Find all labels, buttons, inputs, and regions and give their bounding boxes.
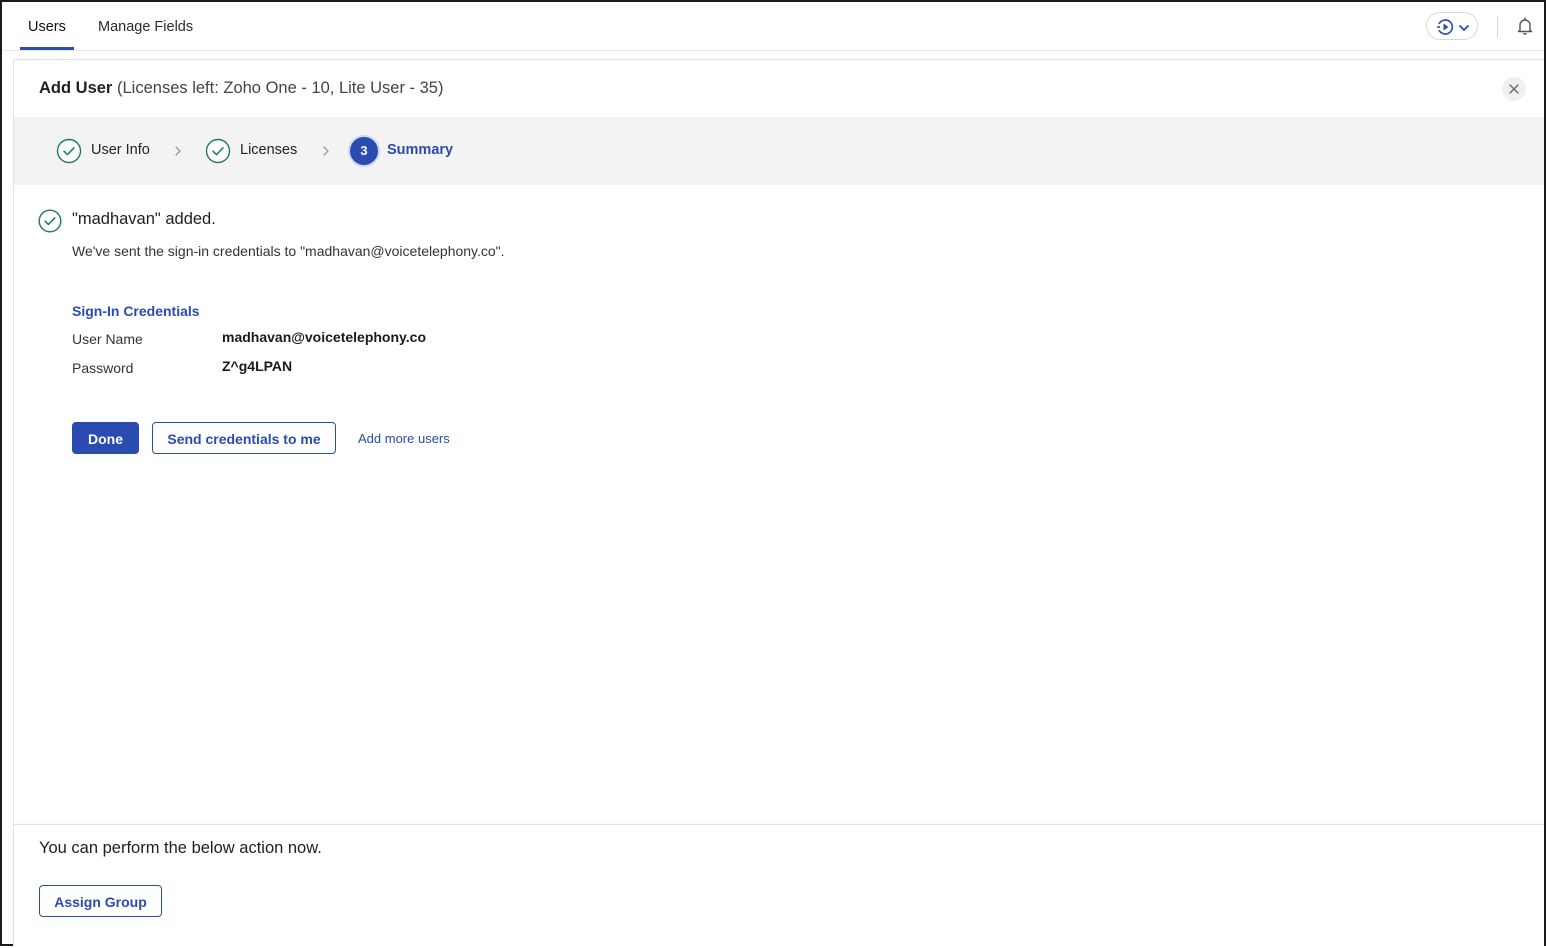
- play-menu-button[interactable]: [1426, 12, 1478, 40]
- footer-message: You can perform the below action now.: [39, 839, 322, 857]
- credentials-sent-message: We've sent the sign-in credentials to "m…: [72, 243, 505, 259]
- bell-icon[interactable]: [1515, 16, 1535, 41]
- panel-footer: You can perform the below action now. As…: [14, 824, 1544, 948]
- tab-manage-fields[interactable]: Manage Fields: [96, 2, 195, 47]
- chevron-right-icon: [175, 146, 181, 156]
- success-check-icon: [38, 209, 62, 233]
- step-user-info[interactable]: User Info: [91, 142, 150, 158]
- panel-header: Add User (Licenses left: Zoho One - 10, …: [14, 60, 1544, 117]
- add-user-panel: Add User (Licenses left: Zoho One - 10, …: [13, 59, 1544, 948]
- close-button[interactable]: [1502, 77, 1526, 101]
- chevron-right-icon: [323, 146, 329, 156]
- step-licenses[interactable]: Licenses: [240, 142, 297, 158]
- step-summary[interactable]: Summary: [387, 142, 453, 158]
- chevron-down-icon: [1458, 21, 1470, 39]
- password-label: Password: [72, 360, 134, 376]
- password-value: Z^g4LPAN: [222, 358, 293, 374]
- play-circle-icon: [1436, 18, 1454, 41]
- top-navigation: Users Manage Fields: [2, 2, 1544, 51]
- user-added-message: "madhavan" added.: [72, 210, 216, 228]
- done-button[interactable]: Done: [72, 422, 139, 454]
- page-title: Add User: [39, 79, 113, 97]
- step-number-badge: 3: [350, 137, 378, 165]
- username-label: User Name: [72, 331, 143, 347]
- send-credentials-button[interactable]: Send credentials to me: [152, 422, 336, 454]
- assign-group-button[interactable]: Assign Group: [39, 885, 162, 917]
- add-more-users-link[interactable]: Add more users: [358, 431, 450, 446]
- licenses-left-text: (Licenses left: Zoho One - 10, Lite User…: [117, 79, 444, 97]
- close-icon: [1509, 84, 1519, 94]
- username-value: madhavan@voicetelephony.co: [222, 329, 427, 345]
- check-circle-icon: [205, 138, 231, 164]
- sign-in-credentials-heading: Sign-In Credentials: [72, 303, 200, 319]
- toolbar-divider: [1497, 16, 1498, 38]
- tab-users[interactable]: Users: [20, 2, 74, 50]
- stepper: User Info Licenses 3 Summary: [14, 117, 1544, 185]
- check-circle-icon: [56, 138, 82, 164]
